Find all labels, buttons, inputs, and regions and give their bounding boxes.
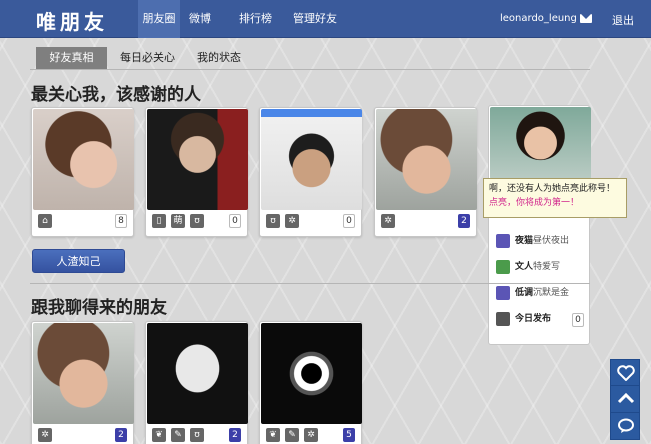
logout-link[interactable]: 退出 [612, 12, 634, 28]
feedback-button[interactable] [610, 412, 640, 440]
friend-count: 8 [115, 214, 127, 228]
mail-icon[interactable] [580, 14, 592, 23]
nav-friends-circle[interactable]: 朋友圈 [138, 0, 180, 38]
title-item-writer[interactable]: 文人特爱写 [496, 259, 560, 279]
nav-ranking[interactable]: 排行榜 [230, 0, 285, 38]
snowflake-icon: ✲ [285, 214, 299, 228]
friend-avatar[interactable] [147, 323, 248, 424]
pin-icon: ✎ [171, 428, 185, 442]
title-item-night-owl[interactable]: 夜猫昼伏夜出 [496, 233, 569, 253]
home-icon: ⌂ [38, 214, 52, 228]
sub-tabs: 好友真相 每日必关心 我的状态 [36, 47, 254, 69]
friend-count: 0 [229, 214, 241, 228]
section-title-caring: 最关心我，该感谢的人 [31, 85, 201, 105]
friend-card[interactable]: ✲ 2 [31, 321, 134, 444]
friend-count: 2 [115, 428, 127, 442]
tooltip-line-1: 啊，还没有人为她点亮此称号！ [489, 184, 616, 194]
brand-logo[interactable]: 唯朋友 [36, 6, 108, 35]
main-nav: 朋友圈 微博 排行榜 管理好友 [138, 0, 346, 38]
friend-avatar[interactable] [376, 109, 477, 210]
today-posts-count: 0 [572, 313, 584, 327]
friend-card[interactable]: ▯ 萌 ʊ 0 [145, 107, 248, 237]
friend-avatar[interactable] [261, 323, 362, 424]
speech-icon [496, 311, 510, 326]
bear-icon: ʊ [266, 214, 280, 228]
tooltip-line-2: 点亮，你将成为第一！ [489, 198, 580, 208]
nav-weibo[interactable]: 微博 [180, 0, 230, 38]
scum-confidant-button[interactable]: 人渣知己 [32, 249, 125, 273]
leaf-icon: ❦ [266, 428, 280, 442]
friend-card[interactable]: ❦ ✎ ʊ 2 [145, 321, 248, 444]
friend-card[interactable]: ʊ ✲ 0 [259, 107, 362, 237]
friend-avatar[interactable] [147, 109, 248, 210]
pin-icon: ✎ [285, 428, 299, 442]
friend-count: 2 [229, 428, 241, 442]
tab-daily-care[interactable]: 每日必关心 [111, 47, 184, 69]
phone-icon: ▯ [152, 214, 166, 228]
mood-icon: 萌 [171, 214, 185, 228]
leaf-icon: ❦ [152, 428, 166, 442]
tab-my-status[interactable]: 我的状态 [188, 47, 250, 69]
friend-count: 0 [343, 214, 355, 228]
section-title-chat: 跟我聊得来的朋友 [31, 298, 167, 318]
bear-icon: ʊ [190, 214, 204, 228]
title-item-low-key[interactable]: 低调沉默是金 [496, 285, 569, 305]
favorite-button[interactable] [610, 359, 640, 387]
chat-icon [618, 418, 634, 433]
snowflake-icon: ✲ [381, 214, 395, 228]
friend-count: 5 [343, 428, 355, 442]
nav-manage-friends[interactable]: 管理好友 [285, 0, 346, 38]
username-link[interactable]: leonardo_leung [500, 13, 577, 24]
friend-avatar[interactable] [490, 107, 591, 179]
friend-card[interactable]: ⌂ 8 [31, 107, 134, 237]
friend-avatar[interactable] [261, 109, 362, 210]
friend-avatar[interactable] [33, 109, 134, 210]
tab-friend-truth[interactable]: 好友真相 [36, 47, 107, 69]
snowflake-icon: ✲ [38, 428, 52, 442]
owl-icon [496, 233, 510, 248]
title-tooltip: 啊，还没有人为她点亮此称号！ 点亮，你将成为第一！ [483, 178, 627, 218]
heart-icon [617, 365, 635, 381]
friend-avatar[interactable] [33, 323, 134, 424]
snowflake-icon: ✲ [304, 428, 318, 442]
bear-icon: ʊ [190, 428, 204, 442]
back-to-top-button[interactable] [610, 385, 640, 413]
section-divider [30, 283, 590, 284]
leaf-icon [496, 259, 510, 274]
title-panel: 夜猫昼伏夜出 文人特爱写 低调沉默是金 今日发布 0 [488, 105, 591, 345]
snowflake-icon [496, 285, 510, 300]
tabs-divider [30, 69, 590, 70]
friend-count: 2 [458, 214, 470, 228]
friend-card[interactable]: ✲ 2 [374, 107, 477, 237]
top-bar: 唯朋友 朋友圈 微博 排行榜 管理好友 leonardo_leung 退出 [0, 0, 651, 38]
today-posts-row[interactable]: 今日发布 0 [496, 311, 584, 331]
chevron-up-icon [617, 392, 635, 404]
friend-card[interactable]: ❦ ✎ ✲ 5 [259, 321, 362, 444]
